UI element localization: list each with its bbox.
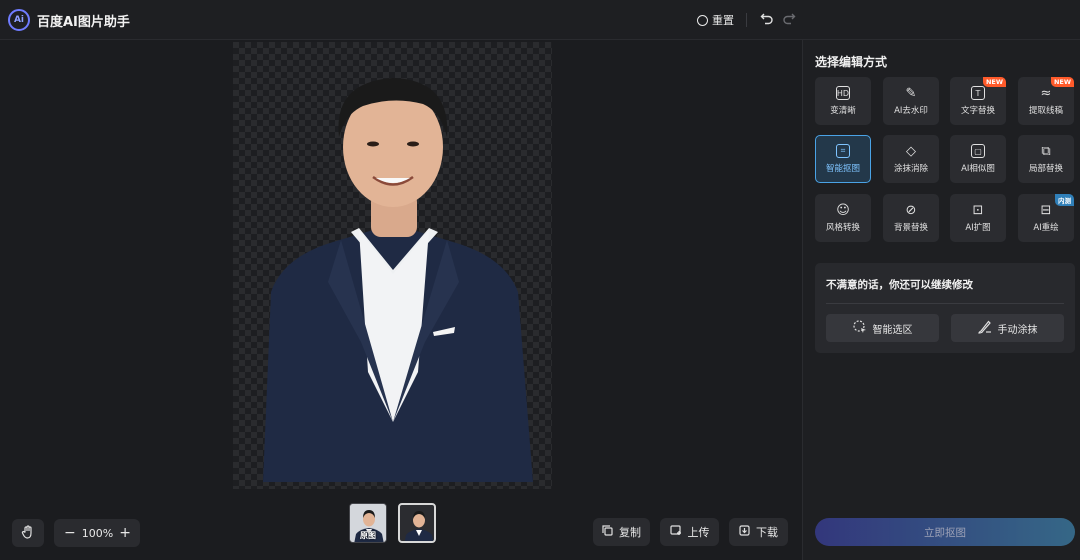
tool-remove-watermark[interactable]: ✎ AI去水印 — [883, 77, 939, 125]
cutout-portrait-image — [263, 78, 533, 482]
modify-title: 不满意的话，你还可以继续修改 — [826, 279, 973, 291]
tool-similar-image[interactable]: ▢ AI相似图 — [950, 135, 1006, 183]
magic-wand-icon: ✎ — [905, 85, 917, 101]
tool-label: 文字替换 — [960, 106, 995, 116]
tool-label: 风格转换 — [825, 223, 860, 233]
tool-style-transfer[interactable]: ☺ 风格转换 — [815, 194, 871, 242]
edit-panel: 选择编辑方式 HD 变清晰 ✎ AI去水印 NEW T 文字替换 NEW ≈ 提… — [802, 40, 1080, 560]
tool-label: AI去水印 — [894, 106, 928, 116]
tool-redraw[interactable]: 内测 ⊟ AI重绘 — [1018, 194, 1074, 242]
thumbnail-result-image — [400, 505, 434, 541]
tool-smart-cutout[interactable]: ⌗ 智能抠图 — [815, 135, 871, 183]
start-cutout-button[interactable]: 立即抠图 — [815, 518, 1075, 546]
partial-replace-icon: ⧉ — [1041, 143, 1051, 159]
header-divider — [746, 13, 747, 27]
upload-image-icon — [669, 525, 682, 539]
zoom-level: 100% — [81, 526, 114, 540]
upload-button[interactable]: 上传 — [660, 518, 719, 546]
eraser-icon: ◇ — [906, 143, 916, 159]
background-icon: ⊘ — [905, 202, 917, 218]
tool-text-replace[interactable]: NEW T 文字替换 — [950, 77, 1006, 125]
copy-button[interactable]: 复制 — [593, 518, 650, 546]
tool-label: AI扩图 — [965, 223, 991, 233]
reset-label: 重置 — [712, 14, 734, 27]
expand-icon: ⊡ — [972, 202, 984, 218]
tool-label: AI相似图 — [961, 164, 995, 174]
thumbnail-original-label: 原图 — [360, 531, 376, 540]
similar-image-icon: ▢ — [971, 144, 985, 158]
tool-label: 变清晰 — [830, 106, 856, 116]
tool-expand[interactable]: ⊡ AI扩图 — [950, 194, 1006, 242]
tool-partial-replace[interactable]: ⧉ 局部替换 — [1018, 135, 1074, 183]
modify-divider — [826, 303, 1064, 304]
download-icon — [739, 525, 750, 539]
tool-background-replace[interactable]: ⊘ 背景替换 — [883, 194, 939, 242]
copy-label: 复制 — [619, 526, 641, 539]
continue-modify-section: 不满意的话，你还可以继续修改 智能选区 手动涂抹 — [815, 263, 1075, 353]
download-button[interactable]: 下载 — [729, 518, 788, 546]
pan-hand-button[interactable] — [12, 519, 44, 547]
reset-button[interactable]: 重置 — [697, 12, 734, 28]
tool-label: AI重绘 — [1033, 223, 1059, 233]
image-canvas[interactable] — [0, 40, 801, 560]
lineart-icon: ≈ — [1040, 85, 1052, 101]
new-badge: NEW — [1050, 77, 1074, 87]
smart-select-label: 智能选区 — [872, 324, 913, 336]
tool-erase[interactable]: ◇ 涂抹消除 — [883, 135, 939, 183]
hd-icon: HD — [836, 86, 850, 100]
tool-label: 局部替换 — [1028, 164, 1063, 174]
tool-label: 涂抹消除 — [893, 164, 928, 174]
zoom-out-button[interactable]: − — [64, 525, 76, 541]
app-logo: Ai — [8, 9, 30, 31]
copy-icon — [602, 525, 613, 539]
tool-label: 提取线稿 — [1028, 106, 1063, 116]
thumbnail-original[interactable]: 原图 — [349, 503, 387, 543]
hand-icon — [21, 524, 35, 542]
tool-enhance[interactable]: HD 变清晰 — [815, 77, 871, 125]
zoom-control: − 100% + — [54, 519, 140, 547]
manual-paint-label: 手动涂抹 — [997, 324, 1038, 336]
thumbnail-result[interactable] — [398, 503, 436, 543]
beta-badge: 内测 — [1055, 194, 1074, 206]
smart-select-icon — [852, 319, 867, 337]
tool-extract-lineart[interactable]: NEW ≈ 提取线稿 — [1018, 77, 1074, 125]
smart-select-button[interactable]: 智能选区 — [826, 314, 939, 342]
reset-icon — [697, 14, 708, 26]
zoom-in-button[interactable]: + — [119, 525, 131, 541]
smiley-icon: ☺ — [836, 202, 850, 218]
manual-paint-button[interactable]: 手动涂抹 — [951, 314, 1064, 342]
cutout-icon: ⌗ — [836, 144, 850, 158]
tool-label: 背景替换 — [893, 223, 928, 233]
tool-label: 智能抠图 — [825, 164, 860, 174]
transparent-background — [233, 42, 552, 489]
new-badge: NEW — [982, 77, 1006, 87]
download-label: 下载 — [756, 526, 778, 539]
text-replace-icon: T — [971, 86, 985, 100]
redo-icon[interactable] — [782, 11, 796, 27]
undo-icon[interactable] — [760, 11, 774, 27]
app-title: 百度AI图片助手 — [37, 15, 130, 30]
redraw-icon: ⊟ — [1040, 202, 1052, 218]
upload-label: 上传 — [687, 526, 710, 539]
panel-title: 选择编辑方式 — [815, 55, 888, 69]
brush-icon — [977, 320, 992, 337]
app-header: Ai 百度AI图片助手 重置 — [0, 0, 1080, 40]
